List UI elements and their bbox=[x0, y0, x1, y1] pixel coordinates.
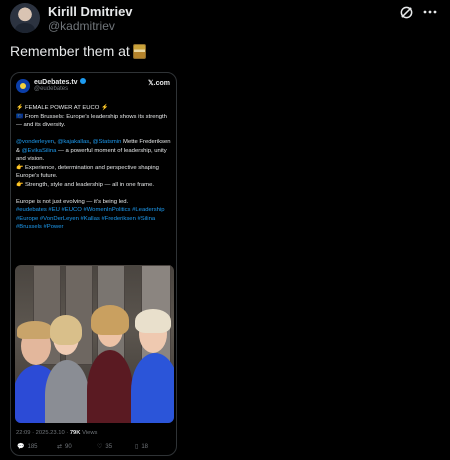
embedded-post[interactable]: euDebates.tv @eudebates 𝕏.com ⚡ FEMALE P… bbox=[10, 72, 177, 456]
like-button[interactable]: ♡ 35 bbox=[97, 443, 112, 450]
bookmark-icon: ▯ bbox=[135, 444, 139, 450]
embed-views-label: Views bbox=[82, 430, 98, 436]
embed-actions: 💬 185 ⇄ 90 ♡ 35 ▯ 18 bbox=[11, 443, 176, 453]
embed-avatar[interactable] bbox=[16, 79, 30, 93]
author-handle[interactable]: @kadmitriev bbox=[48, 19, 115, 33]
embed-author-name[interactable]: euDebates.tv bbox=[34, 78, 86, 86]
bookmark-button[interactable]: ▯ 18 bbox=[135, 443, 148, 450]
embed-timestamp[interactable]: 22:09 · 2025.23.10 bbox=[16, 430, 65, 436]
tweet-text-content: Remember them at bbox=[10, 43, 130, 59]
embed-author-handle[interactable]: @eudebates bbox=[34, 86, 68, 92]
verified-badge-icon bbox=[79, 78, 86, 84]
reply-icon: 💬 bbox=[17, 444, 25, 450]
embed-line-strength: 👉 Strength, style and leadership — all i… bbox=[16, 181, 154, 188]
embed-photo[interactable] bbox=[15, 265, 174, 423]
embed-post-body: ⚡ FEMALE POWER AT EUCO ⚡ 🇪🇺 From Brussel… bbox=[16, 104, 174, 232]
embed-line-experience: 👉 Experience, determination and perspect… bbox=[16, 164, 159, 180]
embed-mention-link[interactable]: @vonderleyen bbox=[16, 139, 54, 145]
embed-mention-link[interactable]: @kajakallas bbox=[57, 139, 89, 145]
embed-mention-link[interactable]: @Statsmin bbox=[93, 139, 122, 145]
embed-hashtags[interactable]: #eudebates #EU #EUCO #WomenInPolitics #L… bbox=[16, 206, 174, 232]
more-icon[interactable] bbox=[422, 4, 438, 20]
repost-button[interactable]: ⇄ 90 bbox=[57, 443, 72, 450]
repost-icon: ⇄ bbox=[57, 444, 63, 450]
author-display-name[interactable]: Kirill Dmitriev bbox=[48, 4, 133, 19]
embed-line-headline: ⚡ FEMALE POWER AT EUCO ⚡ bbox=[16, 105, 109, 111]
embed-mention-link[interactable]: @EvikaSilina bbox=[22, 148, 57, 154]
embed-line-europe: Europe is not just evolving — it’s being… bbox=[16, 198, 129, 205]
embed-line-mentions: @vonderleyen, @kajakallas, @Statsmin Met… bbox=[16, 139, 171, 162]
tweet-text: Remember them at bbox=[10, 43, 146, 59]
embed-views-count: 79K bbox=[69, 430, 81, 436]
x-logo-icon[interactable]: 𝕏.com bbox=[148, 79, 170, 87]
embed-meta: 22:09 · 2025.23.10 · 79K Views bbox=[16, 430, 98, 436]
heart-icon: ♡ bbox=[97, 444, 103, 450]
hotel-emoji-icon bbox=[132, 44, 146, 59]
embed-line-intro: 🇪🇺 From Brussels: Europe’s leadership sh… bbox=[16, 113, 167, 129]
grok-icon[interactable] bbox=[399, 5, 414, 20]
author-avatar[interactable] bbox=[10, 3, 40, 33]
reply-button[interactable]: 💬 185 bbox=[17, 443, 38, 450]
